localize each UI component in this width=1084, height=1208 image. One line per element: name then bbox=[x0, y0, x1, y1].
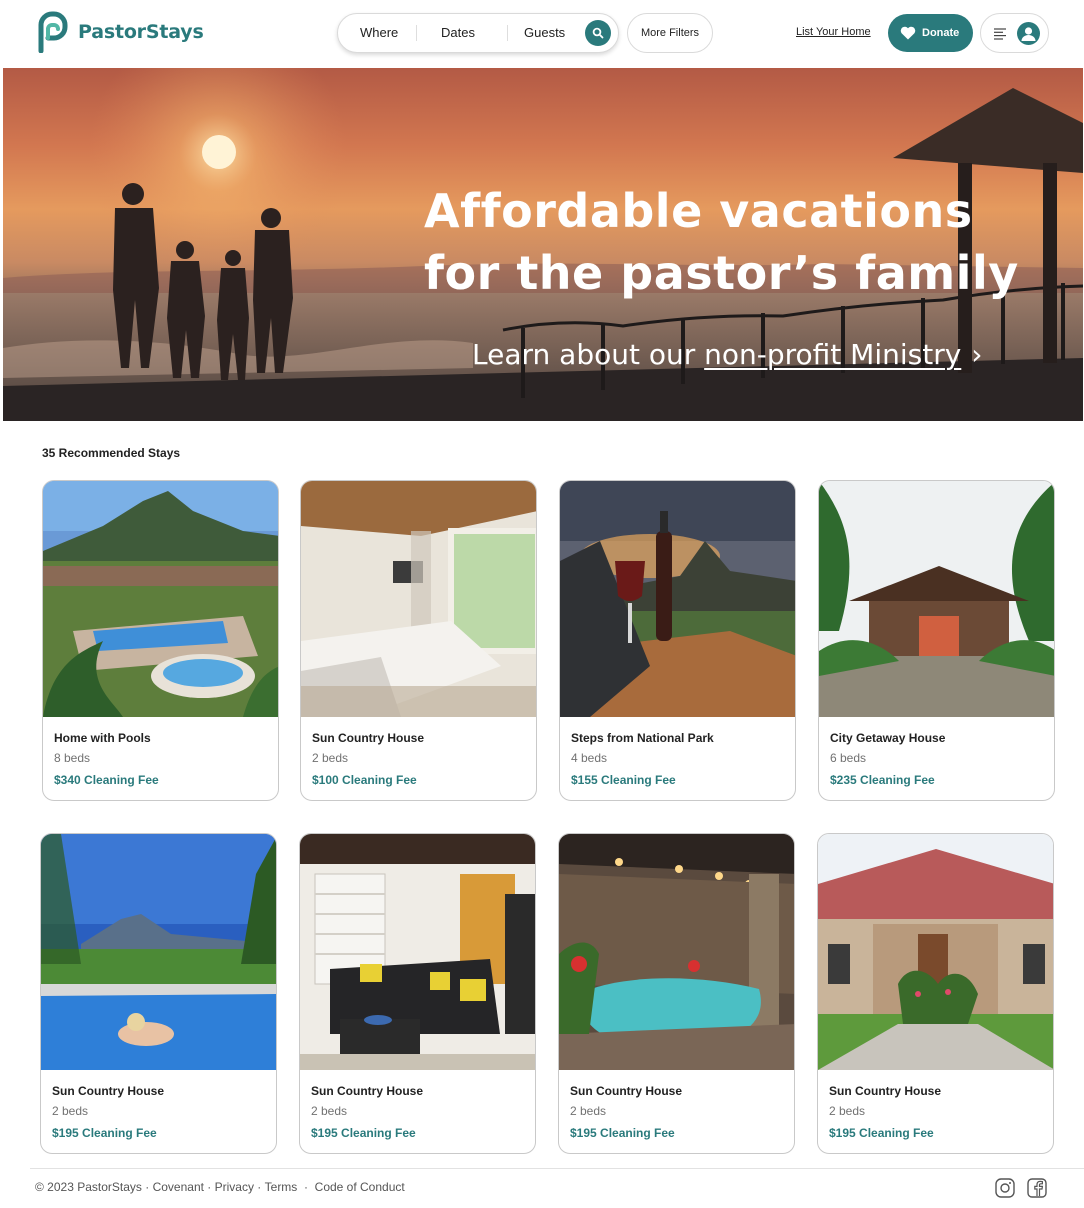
listing-fee: $235 Cleaning Fee bbox=[830, 773, 935, 787]
listing-photo-hot-tub bbox=[559, 834, 794, 1070]
listing-card[interactable]: Sun Country House 2 beds $195 Cleaning F… bbox=[558, 833, 795, 1154]
search-divider bbox=[416, 25, 417, 41]
listing-beds: 4 beds bbox=[571, 751, 608, 765]
listing-beds: 8 beds bbox=[54, 751, 91, 765]
listing-fee: $100 Cleaning Fee bbox=[312, 773, 417, 787]
footer-separator: · bbox=[253, 1180, 265, 1194]
listing-title: Home with Pools bbox=[54, 731, 151, 745]
listing-beds: 2 beds bbox=[311, 1104, 348, 1118]
listing-fee: $340 Cleaning Fee bbox=[54, 773, 159, 787]
search-where[interactable]: Where bbox=[360, 14, 398, 52]
listing-card[interactable]: Steps from National Park 4 beds $155 Cle… bbox=[559, 480, 796, 801]
listing-title: Steps from National Park bbox=[571, 731, 714, 745]
listing-fee: $195 Cleaning Fee bbox=[570, 1126, 675, 1140]
footer-links: © 2023 PastorStays · Covenant · Privacy … bbox=[35, 1180, 405, 1194]
listing-card[interactable]: Home with Pools 8 beds $340 Cleaning Fee bbox=[42, 480, 279, 801]
search-icon bbox=[592, 27, 604, 39]
donate-button[interactable]: Donate bbox=[888, 14, 973, 52]
listing-title: Sun Country House bbox=[52, 1084, 165, 1098]
terms-link[interactable]: Terms bbox=[265, 1180, 298, 1194]
listing-title: Sun Country House bbox=[570, 1084, 683, 1098]
listing-title: City Getaway House bbox=[830, 731, 946, 745]
search-guests[interactable]: Guests bbox=[524, 14, 565, 52]
ministry-link-prefix: Learn about our bbox=[472, 338, 705, 371]
recommended-stays-heading: 35 Recommended Stays bbox=[42, 446, 181, 460]
site-footer: © 2023 PastorStays · Covenant · Privacy … bbox=[30, 1168, 1084, 1208]
user-menu-button[interactable] bbox=[980, 13, 1049, 53]
listing-fee: $195 Cleaning Fee bbox=[311, 1126, 416, 1140]
menu-lines-icon bbox=[994, 28, 1006, 40]
listing-card[interactable]: City Getaway House 6 beds $235 Cleaning … bbox=[818, 480, 1055, 801]
facebook-icon[interactable] bbox=[1026, 1177, 1048, 1199]
chevron-right-icon: › bbox=[971, 338, 983, 371]
listing-card[interactable]: Sun Country House 2 beds $195 Cleaning F… bbox=[817, 833, 1054, 1154]
copyright-text: © 2023 PastorStays bbox=[35, 1180, 142, 1194]
search-dates[interactable]: Dates bbox=[441, 14, 475, 52]
ministry-link[interactable]: Learn about our non-profit Ministry › bbox=[472, 338, 983, 371]
listing-beds: 2 beds bbox=[312, 751, 349, 765]
more-filters-button[interactable]: More Filters bbox=[627, 13, 713, 53]
listing-photo-brick-house bbox=[818, 834, 1053, 1070]
listing-card[interactable]: Sun Country House 2 beds $195 Cleaning F… bbox=[40, 833, 277, 1154]
search-bar: Where Dates Guests bbox=[337, 13, 619, 53]
brand-logo[interactable]: PastorStays bbox=[35, 11, 204, 53]
social-links bbox=[994, 1177, 1048, 1199]
pastorstays-logo-icon bbox=[38, 11, 68, 53]
listing-beds: 2 beds bbox=[570, 1104, 607, 1118]
listing-card[interactable]: Sun Country House 2 beds $195 Cleaning F… bbox=[299, 833, 536, 1154]
listing-photo-wine-view bbox=[560, 481, 795, 717]
heart-icon bbox=[900, 26, 916, 40]
listing-photo-bedroom bbox=[301, 481, 536, 717]
search-divider bbox=[507, 25, 508, 41]
listing-photo-pool-volcano bbox=[41, 834, 276, 1070]
listing-title: Sun Country House bbox=[312, 731, 425, 745]
listing-beds: 2 beds bbox=[52, 1104, 89, 1118]
hero-title-line-2: for the pastor’s family bbox=[424, 246, 1019, 300]
hero-title-line-1: Affordable vacations bbox=[424, 184, 973, 238]
footer-separator: · bbox=[141, 1180, 153, 1194]
listing-beds: 2 beds bbox=[829, 1104, 866, 1118]
footer-separator: · bbox=[297, 1180, 315, 1194]
listing-card[interactable]: Sun Country House 2 beds $100 Cleaning F… bbox=[300, 480, 537, 801]
code-of-conduct-link[interactable]: Code of Conduct bbox=[315, 1180, 405, 1194]
listing-photo-pools bbox=[43, 481, 278, 717]
listing-fee: $155 Cleaning Fee bbox=[571, 773, 676, 787]
instagram-icon[interactable] bbox=[994, 1177, 1016, 1199]
listing-photo-house-palms bbox=[819, 481, 1054, 717]
listing-fee: $195 Cleaning Fee bbox=[829, 1126, 934, 1140]
listing-photo-living-room bbox=[300, 834, 535, 1070]
privacy-link[interactable]: Privacy bbox=[215, 1180, 254, 1194]
listing-fee: $195 Cleaning Fee bbox=[52, 1126, 157, 1140]
list-your-home-link[interactable]: List Your Home bbox=[796, 26, 871, 38]
hero-banner: Affordable vacations for the pastor’s fa… bbox=[3, 68, 1083, 421]
donate-label: Donate bbox=[922, 27, 960, 39]
brand-name: PastorStays bbox=[78, 21, 204, 43]
listing-title: Sun Country House bbox=[311, 1084, 424, 1098]
ministry-link-text: non-profit Ministry bbox=[704, 338, 962, 371]
user-avatar-icon bbox=[1017, 22, 1040, 45]
top-nav: PastorStays Where Dates Guests More Filt… bbox=[0, 0, 1084, 68]
covenant-link[interactable]: Covenant bbox=[153, 1180, 204, 1194]
footer-separator: · bbox=[203, 1180, 215, 1194]
search-button[interactable] bbox=[585, 20, 611, 46]
hero-title: Affordable vacations for the pastor’s fa… bbox=[424, 180, 1019, 304]
listing-title: Sun Country House bbox=[829, 1084, 942, 1098]
listing-beds: 6 beds bbox=[830, 751, 867, 765]
